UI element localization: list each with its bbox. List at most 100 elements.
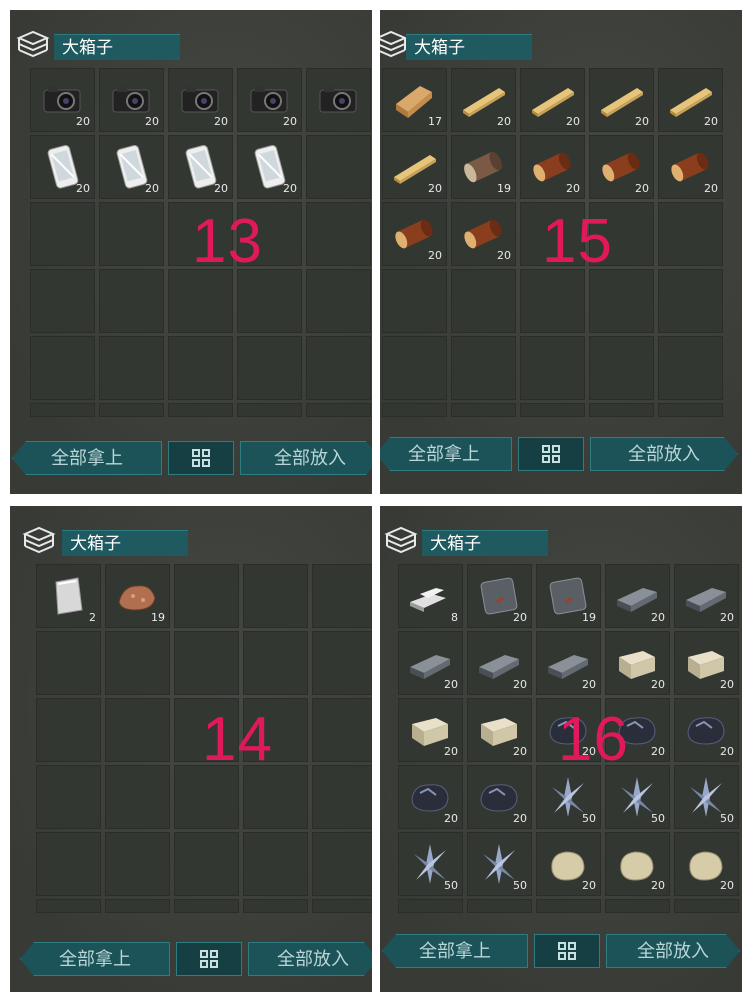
inventory-slot[interactable]	[451, 403, 516, 417]
inventory-slot[interactable]: 8	[398, 564, 463, 628]
take-all-button[interactable]: 全部拿上	[12, 441, 162, 475]
inventory-slot[interactable]	[451, 336, 516, 400]
inventory-slot[interactable]	[105, 698, 170, 762]
inventory-slot[interactable]: 2	[36, 564, 101, 628]
inventory-slot[interactable]: 20	[237, 135, 302, 199]
inventory-slot[interactable]	[99, 269, 164, 333]
inventory-slot[interactable]	[30, 202, 95, 266]
inventory-slot[interactable]	[30, 269, 95, 333]
inventory-slot[interactable]: 19	[105, 564, 170, 628]
inventory-slot[interactable]	[174, 564, 239, 628]
take-all-button[interactable]: 全部拿上	[382, 934, 528, 968]
inventory-slot[interactable]: 50	[674, 765, 739, 829]
inventory-slot[interactable]	[168, 336, 233, 400]
inventory-slot[interactable]	[398, 899, 463, 913]
put-all-button[interactable]: 全部放入	[606, 934, 740, 968]
inventory-slot[interactable]	[520, 403, 585, 417]
inventory-slot[interactable]: 20	[237, 68, 302, 132]
sort-button[interactable]	[518, 437, 584, 471]
inventory-slot[interactable]	[536, 899, 601, 913]
inventory-slot[interactable]: 20	[398, 765, 463, 829]
inventory-slot[interactable]	[312, 698, 372, 762]
inventory-slot[interactable]	[306, 336, 371, 400]
inventory-slot[interactable]	[312, 564, 372, 628]
inventory-slot[interactable]: 17	[382, 68, 447, 132]
inventory-slot[interactable]	[589, 269, 654, 333]
inventory-slot[interactable]: 20	[605, 832, 670, 896]
inventory-slot[interactable]: 20	[467, 564, 532, 628]
inventory-slot[interactable]: 50	[467, 832, 532, 896]
inventory-slot[interactable]: 20	[467, 698, 532, 762]
inventory-slot[interactable]	[382, 269, 447, 333]
inventory-slot[interactable]	[237, 403, 302, 417]
inventory-slot[interactable]	[306, 202, 371, 266]
inventory-slot[interactable]: 20	[658, 68, 723, 132]
inventory-slot[interactable]	[243, 564, 308, 628]
inventory-slot[interactable]: 20	[658, 135, 723, 199]
inventory-slot[interactable]	[105, 832, 170, 896]
inventory-slot[interactable]: 20	[536, 832, 601, 896]
put-all-button[interactable]: 全部放入	[590, 437, 738, 471]
inventory-slot[interactable]: 20	[536, 631, 601, 695]
inventory-slot[interactable]	[658, 403, 723, 417]
inventory-slot[interactable]: 20	[674, 631, 739, 695]
inventory-slot[interactable]	[174, 698, 239, 762]
inventory-slot[interactable]: 19	[536, 564, 601, 628]
inventory-slot[interactable]	[589, 336, 654, 400]
inventory-slot[interactable]: 20	[382, 202, 447, 266]
inventory-slot[interactable]: 20	[451, 68, 516, 132]
inventory-slot[interactable]	[605, 899, 670, 913]
inventory-slot[interactable]: 20	[382, 135, 447, 199]
inventory-slot[interactable]: 20	[605, 698, 670, 762]
inventory-slot[interactable]	[237, 336, 302, 400]
inventory-slot[interactable]	[312, 631, 372, 695]
inventory-slot[interactable]	[520, 269, 585, 333]
inventory-slot[interactable]	[36, 698, 101, 762]
put-all-button[interactable]: 全部放入	[248, 942, 372, 976]
take-all-button[interactable]: 全部拿上	[380, 437, 512, 471]
inventory-slot[interactable]: 20	[605, 564, 670, 628]
inventory-slot[interactable]: 19	[451, 135, 516, 199]
inventory-slot[interactable]	[168, 403, 233, 417]
take-all-button[interactable]: 全部拿上	[20, 942, 170, 976]
sort-button[interactable]	[534, 934, 600, 968]
inventory-slot[interactable]	[312, 832, 372, 896]
inventory-slot[interactable]	[306, 135, 371, 199]
inventory-slot[interactable]	[451, 269, 516, 333]
inventory-slot[interactable]	[36, 765, 101, 829]
inventory-slot[interactable]: 20	[589, 68, 654, 132]
inventory-slot[interactable]	[30, 403, 95, 417]
inventory-slot[interactable]	[243, 832, 308, 896]
inventory-slot[interactable]	[658, 336, 723, 400]
inventory-slot[interactable]	[36, 899, 101, 913]
inventory-slot[interactable]	[105, 765, 170, 829]
inventory-slot[interactable]: 20	[398, 698, 463, 762]
inventory-slot[interactable]	[243, 899, 308, 913]
inventory-slot[interactable]	[306, 269, 371, 333]
inventory-slot[interactable]	[658, 202, 723, 266]
inventory-slot[interactable]: 20	[674, 698, 739, 762]
inventory-slot[interactable]: 20	[674, 832, 739, 896]
inventory-slot[interactable]	[467, 899, 532, 913]
inventory-slot[interactable]: 20	[589, 135, 654, 199]
sort-button[interactable]	[168, 441, 234, 475]
inventory-slot[interactable]: 50	[605, 765, 670, 829]
inventory-slot[interactable]: 50	[536, 765, 601, 829]
inventory-slot[interactable]	[306, 68, 371, 132]
inventory-slot[interactable]	[99, 202, 164, 266]
inventory-slot[interactable]	[520, 202, 585, 266]
inventory-slot[interactable]	[243, 631, 308, 695]
inventory-slot[interactable]	[99, 336, 164, 400]
inventory-slot[interactable]	[36, 631, 101, 695]
inventory-slot[interactable]: 20	[467, 765, 532, 829]
inventory-slot[interactable]	[168, 269, 233, 333]
inventory-slot[interactable]: 20	[520, 135, 585, 199]
inventory-slot[interactable]	[105, 631, 170, 695]
inventory-slot[interactable]	[520, 336, 585, 400]
inventory-slot[interactable]	[105, 899, 170, 913]
inventory-slot[interactable]	[674, 899, 739, 913]
inventory-slot[interactable]	[658, 269, 723, 333]
inventory-slot[interactable]	[168, 202, 233, 266]
inventory-slot[interactable]: 20	[398, 631, 463, 695]
inventory-slot[interactable]	[306, 403, 371, 417]
